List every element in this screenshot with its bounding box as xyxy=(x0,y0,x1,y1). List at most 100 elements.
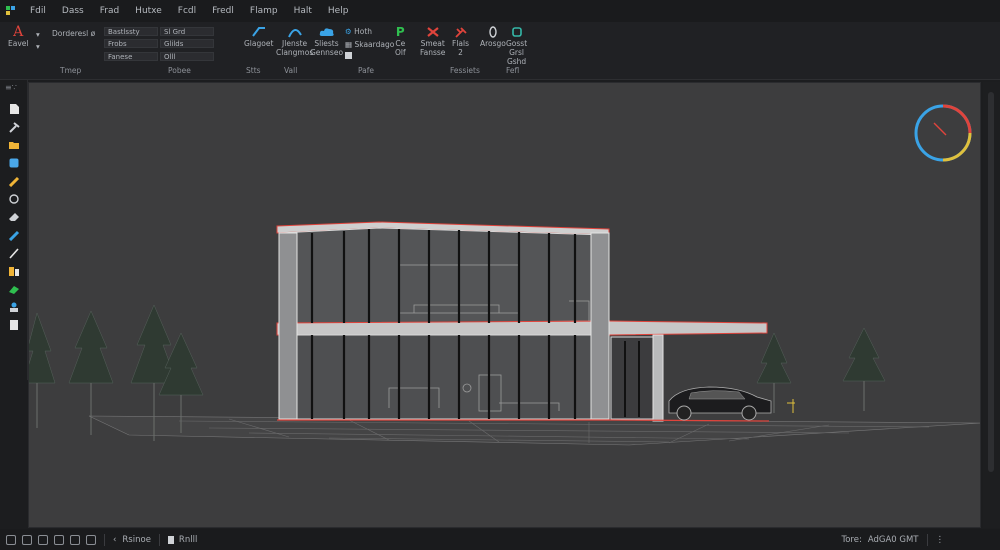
tool-pen[interactable] xyxy=(7,228,21,242)
car-model xyxy=(668,386,772,421)
menu-item-8[interactable]: Halt xyxy=(286,6,320,16)
cube-icon xyxy=(9,158,19,168)
grid-icon: ▦ xyxy=(345,40,353,49)
tool-hammer[interactable] xyxy=(7,120,21,134)
cloud-tool-button[interactable]: Sliests Gennseo xyxy=(310,25,343,57)
ortho-icon[interactable] xyxy=(54,534,64,545)
tool-rotate[interactable] xyxy=(7,192,21,206)
tool-pencil[interactable] xyxy=(7,174,21,188)
ribbon-dropdown-4[interactable]: Sl Grd xyxy=(160,27,214,36)
ribbon-dropdown-3[interactable]: Fanese xyxy=(104,52,158,61)
status-right-value: AdGA0 GMT xyxy=(867,534,919,545)
hammer-icon xyxy=(9,122,20,133)
checkbox-option[interactable] xyxy=(345,52,352,61)
tool-gem[interactable] xyxy=(7,282,21,296)
wrench-tool-button[interactable]: Flals 2 xyxy=(452,25,469,57)
skaardago-option[interactable]: ▦ Skaardago xyxy=(345,40,394,49)
menu-item-help[interactable]: Help xyxy=(320,6,357,16)
pen-icon xyxy=(8,230,20,241)
menu-item-1[interactable]: Fdil xyxy=(22,6,54,16)
tool-print[interactable] xyxy=(7,318,21,332)
brush-icon xyxy=(9,248,19,259)
curve-tool-button[interactable]: Jlenste Clangmos xyxy=(276,25,313,57)
smeat-tool-button[interactable]: Smeat Fansse xyxy=(420,25,445,57)
snap-icon[interactable] xyxy=(22,534,32,545)
group-label-5: Pafe xyxy=(358,66,375,75)
menu-item-5[interactable]: Fcdl xyxy=(170,6,204,16)
ring-icon xyxy=(489,26,497,38)
pencil-icon xyxy=(8,176,20,187)
group-label-1: Tmep xyxy=(60,66,82,75)
hatch-option[interactable]: ⚙ Hoth xyxy=(345,27,372,36)
menubar: Fdil Dass Frad Hutxe Fcdl Fredl Flamp Ha… xyxy=(0,0,1000,22)
ribbon-dropdown-2[interactable]: Frobs xyxy=(104,39,158,48)
menu-item-7[interactable]: Flamp xyxy=(242,6,286,16)
menu-item-6[interactable]: Fredl xyxy=(204,6,242,16)
tool-folder[interactable] xyxy=(7,138,21,152)
ribbon-dropdown-5[interactable]: Glilds xyxy=(160,39,214,48)
tool-user[interactable] xyxy=(7,300,21,314)
chevron-down-icon[interactable]: ▾ xyxy=(36,30,40,39)
ribbon-dropdown-6[interactable]: Olll xyxy=(160,52,214,61)
tool-cube[interactable] xyxy=(7,156,21,170)
3d-viewport[interactable] xyxy=(28,82,981,528)
wrench-icon xyxy=(454,27,467,38)
ribbon-dropdown-1[interactable]: Bastlssty xyxy=(104,27,158,36)
layer-icon[interactable] xyxy=(70,534,80,545)
cube-icon xyxy=(511,27,522,37)
chevron-down-icon[interactable]: ▾ xyxy=(36,42,40,51)
ribbon: A Eavel ▾ ▾ Dorderesl ø Bastlssty Frobs … xyxy=(0,22,1000,80)
folder-icon xyxy=(9,142,19,149)
view-compass-icon xyxy=(914,104,972,162)
user-icon xyxy=(10,302,18,312)
rotate-icon xyxy=(9,194,19,204)
cube-tool-button[interactable]: Gosst Grsl Gshd xyxy=(506,25,527,66)
ribbon-text-1[interactable]: Dorderesl ø xyxy=(52,29,95,38)
document-icon xyxy=(167,535,174,544)
line-tool-button[interactable]: Glagoet xyxy=(244,25,273,48)
viewport-scene xyxy=(29,104,980,446)
checkbox-icon xyxy=(345,52,352,59)
transform-gizmo-icon xyxy=(787,399,795,413)
settings-icon[interactable] xyxy=(6,534,16,545)
tool-document[interactable] xyxy=(7,102,21,116)
cursor-icon: P xyxy=(395,25,405,39)
cursor-tool-button[interactable]: P Ce Olf xyxy=(395,25,406,57)
text-tool-button[interactable]: A Eavel xyxy=(8,24,28,48)
gear-icon: ⚙ xyxy=(345,27,352,36)
status-bar: ‹ Rsinoe Rnlll Tore: AdGA0 GMT ⋮ xyxy=(0,529,1000,550)
tool-layers[interactable] xyxy=(7,264,21,278)
view-icon[interactable] xyxy=(86,534,96,545)
group-label-3: Stts xyxy=(246,66,261,75)
status-right-label: Tore: xyxy=(841,534,862,545)
eraser-icon xyxy=(9,213,19,221)
group-label-4: Vall xyxy=(284,66,298,75)
ring-tool-button[interactable]: Arosgo xyxy=(480,25,506,48)
left-toolbar: ≡∵ xyxy=(0,80,28,380)
warning-icon xyxy=(427,27,439,37)
status-tab-1[interactable]: Rsinoe xyxy=(122,535,151,545)
tool-eraser[interactable] xyxy=(7,210,21,224)
print-icon xyxy=(10,320,18,330)
vertical-scrollbar[interactable] xyxy=(983,82,1000,528)
menu-item-2[interactable]: Dass xyxy=(54,6,92,16)
status-tab-2[interactable]: Rnlll xyxy=(179,535,197,545)
curve-tool-icon xyxy=(287,29,302,38)
cloud-icon xyxy=(319,28,334,36)
text-a-icon: A xyxy=(13,24,24,40)
tool-brush[interactable] xyxy=(7,246,21,260)
app-logo-icon xyxy=(6,6,15,15)
group-label-7: Fefl xyxy=(506,66,520,75)
menu-dots-icon[interactable]: ⋮ xyxy=(936,535,945,545)
app-logo[interactable] xyxy=(0,0,22,22)
group-label-6: Fessiets xyxy=(450,66,480,75)
grid-icon[interactable] xyxy=(38,534,48,545)
group-label-2: Pobee xyxy=(168,66,191,75)
menu-item-4[interactable]: Hutxe xyxy=(127,6,170,16)
chevron-left-icon[interactable]: ‹ xyxy=(113,535,116,545)
layers-icon xyxy=(9,267,19,276)
gem-icon xyxy=(9,286,19,294)
left-toolbar-header: ≡∵ xyxy=(5,83,17,92)
menu-item-3[interactable]: Frad xyxy=(92,6,127,16)
scrollbar-thumb[interactable] xyxy=(988,92,994,472)
